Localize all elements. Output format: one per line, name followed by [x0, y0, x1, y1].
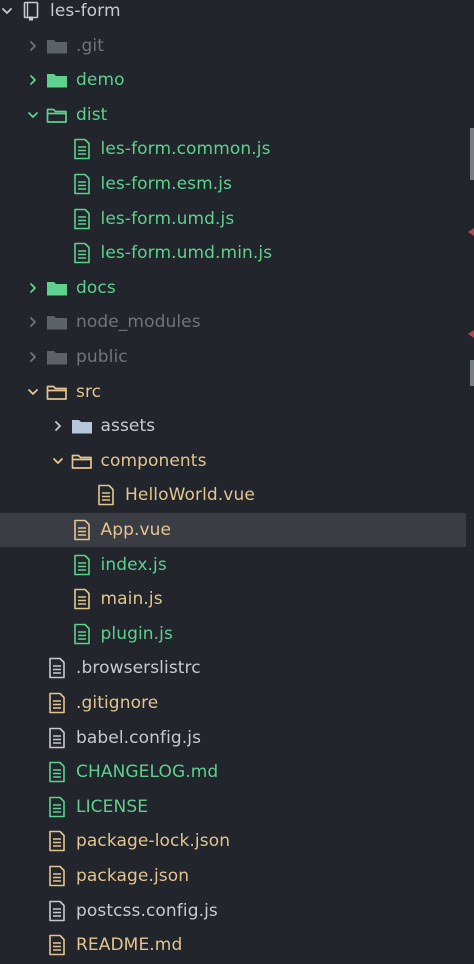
tree-item-label: public [76, 347, 128, 367]
scrollbar-marker[interactable] [470, 128, 474, 180]
tree-item-label: les-form.esm.js [100, 174, 233, 194]
file-icon [71, 582, 93, 616]
file-icon [46, 790, 68, 824]
tree-file-les-form-esm-js[interactable]: les-form.esm.js [0, 167, 466, 201]
tree-item-label: les-form.common.js [100, 139, 271, 160]
tree-folder-src[interactable]: src [0, 375, 466, 409]
file-icon [46, 824, 68, 858]
folder-icon [46, 340, 68, 374]
tree-folder-dist[interactable]: dist [0, 98, 466, 132]
tree-file-license[interactable]: LICENSE [0, 790, 466, 824]
tree-folder-demo[interactable]: demo [0, 63, 466, 97]
tree-item-label: les-form.umd.min.js [100, 243, 273, 264]
tree-item-label: src [76, 381, 102, 402]
tree-item-label: CHANGELOG.md [76, 762, 219, 783]
tree-item-label: assets [100, 416, 156, 437]
tree-file-les-form-common-js[interactable]: les-form.common.js [0, 132, 466, 166]
tree-item-label: les-form.umd.js [100, 208, 235, 229]
chevron-right-icon[interactable] [26, 271, 40, 305]
file-icon [71, 202, 93, 236]
file-icon [95, 478, 117, 512]
file-icon [46, 686, 68, 720]
tree-item-label: demo [76, 70, 125, 91]
tree-item-label: .gitignore [76, 693, 159, 713]
tree-file-babel-config-js[interactable]: babel.config.js [0, 721, 466, 755]
file-icon [71, 236, 93, 270]
folder-open-icon [46, 375, 68, 409]
file-tree: les-form .git demo dist les-form.common.js l… [0, 0, 474, 964]
tree-folder-assets[interactable]: assets [0, 409, 466, 443]
tree-folder-public[interactable]: public [0, 340, 466, 374]
tree-item-label: main.js [100, 589, 163, 610]
tree-file-package-json[interactable]: package.json [0, 859, 466, 893]
tree-file-gitignore[interactable]: .gitignore [0, 686, 466, 720]
tree-item-label: App.vue [100, 520, 172, 540]
tree-root-label: les-form [50, 1, 121, 21]
tree-item-label: package.json [76, 866, 190, 886]
chevron-right-icon[interactable] [51, 409, 65, 443]
tree-item-label: package-lock.json [76, 831, 231, 852]
tree-file-plugin-js[interactable]: plugin.js [0, 617, 466, 651]
tree-file-package-lock-json[interactable]: package-lock.json [0, 824, 466, 858]
tree-file-browserslistrc[interactable]: .browserslistrc [0, 651, 466, 685]
folder-open-icon [46, 98, 68, 132]
tree-folder-git[interactable]: .git [0, 29, 466, 63]
file-icon [46, 859, 68, 893]
error-marker-icon-2 [468, 330, 474, 338]
error-marker-icon [468, 228, 474, 236]
tree-file-index-js[interactable]: index.js [0, 548, 466, 582]
scrollbar-marker-2[interactable] [470, 360, 474, 386]
chevron-right-icon[interactable] [26, 305, 40, 339]
chevron-down-icon[interactable] [26, 98, 40, 132]
tree-file-app-vue[interactable]: App.vue [0, 513, 466, 547]
tree-item-label: dist [76, 104, 108, 125]
tree-item-label: HelloWorld.vue [125, 485, 255, 506]
folder-open-icon [71, 444, 93, 478]
file-icon [71, 132, 93, 166]
folder-icon [46, 29, 68, 63]
tree-item-label: components [100, 450, 207, 471]
tree-item-label: docs [76, 277, 116, 298]
tree-item-label: postcss.config.js [76, 900, 218, 921]
file-icon [46, 928, 68, 962]
tree-folder-components[interactable]: components [0, 444, 466, 478]
folder-icon [46, 63, 68, 97]
chevron-down-icon[interactable] [26, 375, 40, 409]
file-icon [71, 617, 93, 651]
tree-file-helloworld-vue[interactable]: HelloWorld.vue [0, 478, 466, 512]
tree-item-label: README.md [76, 935, 183, 956]
tree-file-postcss-config-js[interactable]: postcss.config.js [0, 894, 466, 928]
tree-file-readme-md[interactable]: README.md [0, 928, 466, 962]
file-icon [46, 721, 68, 755]
chevron-right-icon[interactable] [26, 63, 40, 97]
tree-file-les-form-umd-min-js[interactable]: les-form.umd.min.js [0, 236, 466, 270]
tree-item-label: .browserslistrc [76, 658, 201, 679]
folder-icon [71, 409, 93, 443]
file-icon [46, 894, 68, 928]
tree-folder-node-modules[interactable]: node_modules [0, 305, 466, 339]
folder-icon [46, 271, 68, 305]
tree-root[interactable]: les-form [0, 0, 466, 28]
file-icon [71, 513, 93, 547]
file-icon [46, 651, 68, 685]
tree-item-label: plugin.js [100, 623, 173, 644]
tree-file-les-form-umd-js[interactable]: les-form.umd.js [0, 202, 466, 236]
chevron-right-icon[interactable] [26, 340, 40, 374]
file-icon [71, 548, 93, 582]
tree-item-label: .git [76, 35, 104, 56]
file-icon [71, 167, 93, 201]
file-icon [46, 755, 68, 789]
repo-icon [20, 0, 42, 28]
chevron-down-icon[interactable] [0, 0, 14, 28]
tree-item-label: LICENSE [76, 796, 149, 817]
folder-icon [46, 305, 68, 339]
tree-item-label: babel.config.js [76, 727, 202, 748]
chevron-right-icon[interactable] [26, 29, 40, 63]
tree-file-main-js[interactable]: main.js [0, 582, 466, 616]
tree-folder-docs[interactable]: docs [0, 271, 466, 305]
tree-item-label: node_modules [76, 312, 201, 333]
chevron-down-icon[interactable] [51, 444, 65, 478]
tree-item-label: index.js [100, 554, 167, 575]
tree-file-changelog-md[interactable]: CHANGELOG.md [0, 755, 466, 789]
